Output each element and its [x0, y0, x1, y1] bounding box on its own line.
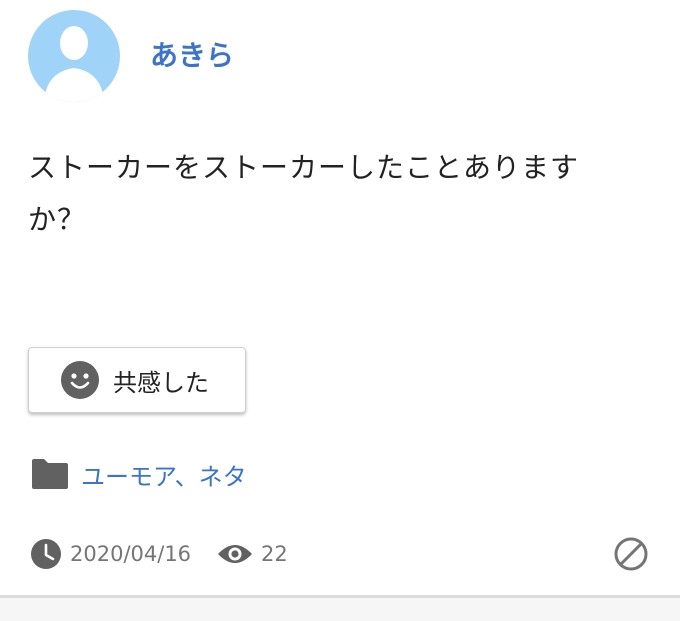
post-meta: 2020/04/16 22: [30, 534, 288, 574]
empathy-button[interactable]: 共感した: [28, 347, 246, 413]
user-avatar[interactable]: [28, 10, 120, 102]
post-card: あきら ストーカーをストーカーしたことありますか？ 共感した ユーモア、ネタ 2…: [0, 0, 680, 595]
post-text: ストーカーをストーカーしたことありますか？: [28, 151, 580, 236]
next-section: [0, 598, 680, 621]
post-date: 2020/04/16: [70, 542, 192, 566]
folder-icon: [32, 459, 68, 489]
clock-icon: [31, 539, 61, 569]
block-icon[interactable]: [613, 536, 649, 572]
category-row: ユーモア、ネタ: [30, 454, 247, 494]
smiley-face-icon: [61, 361, 99, 399]
empathy-button-label: 共感した: [113, 368, 209, 397]
category-link[interactable]: ユーモア、ネタ: [81, 457, 247, 492]
username-link[interactable]: あきら: [150, 36, 234, 76]
default-user-avatar-icon: [44, 26, 104, 102]
view-count: 22: [261, 542, 288, 566]
eye-icon: [218, 545, 253, 563]
